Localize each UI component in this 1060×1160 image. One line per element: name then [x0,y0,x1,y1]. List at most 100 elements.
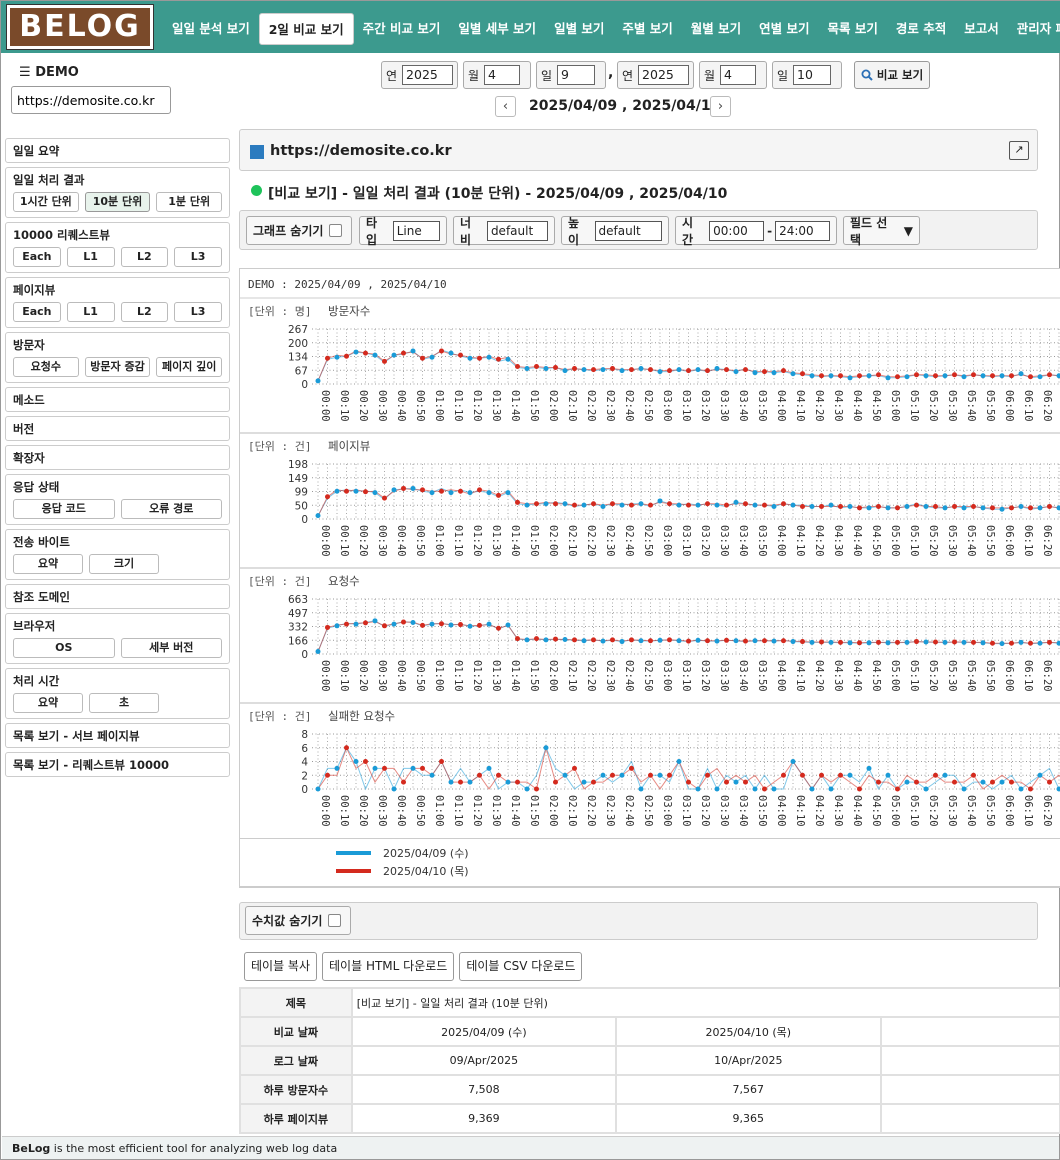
from-year-group[interactable]: 연 2025 [381,61,458,89]
sidebar-section[interactable]: 페이지뷰 Each L1 L2 L3 [5,277,230,328]
hide-values-toggle[interactable]: 수치값 숨기기 [245,906,351,935]
sidebar-section[interactable]: 브라우저 OS 세부 버전 [5,613,230,664]
sidebar-section-title[interactable]: 일일 요약 [13,144,222,158]
sidebar-section-title[interactable]: 목록 보기 - 리퀘스트뷰 10000 [13,758,222,772]
to-month-group[interactable]: 월4 [699,61,767,89]
nav-tab[interactable]: 주간 비교 보기 [354,13,450,45]
sidebar-section[interactable]: 확장자 [5,445,230,470]
x-tick-label: 04:40 [851,660,863,692]
site-url-input[interactable] [11,86,171,114]
to-day-input[interactable]: 10 [793,65,832,85]
nav-tab[interactable]: 일별 세부 보기 [449,13,545,45]
sidebar-section[interactable]: 방문자요청수 방문자 증감 페이지 깊이 [5,332,230,383]
time-to-input[interactable]: 24:00 [775,220,830,241]
belog-logo[interactable]: BELOG [6,4,154,50]
sidebar-button[interactable]: 크기 [89,554,159,574]
sidebar-section-title[interactable]: 응답 상태 [13,480,222,494]
nav-tab[interactable]: 일별 보기 [545,13,613,45]
sidebar-section[interactable]: 응답 상태응답 코드 오류 경로 [5,474,230,525]
sidebar-section[interactable]: 일일 요약 [5,138,230,163]
sidebar-section-title[interactable]: 확장자 [13,451,222,465]
to-year-group[interactable]: 연 2025 [617,61,694,89]
sidebar-section[interactable]: 버전 [5,416,230,441]
from-month-group[interactable]: 월4 [463,61,531,89]
sidebar-button[interactable]: 1시간 단위 [13,192,79,212]
sidebar-section-title[interactable]: 참조 도메인 [13,590,222,604]
sidebar-button[interactable]: 10분 단위 [84,192,151,212]
x-tick-label: 06:20 [1041,525,1053,557]
prev-date-button[interactable]: ‹ [495,96,516,117]
sidebar-section-title[interactable]: 10000 리퀘스트뷰 [13,228,222,242]
sidebar-button[interactable]: L3 [174,302,222,322]
sidebar-section[interactable]: 일일 처리 결과 1시간 단위 10분 단위 1분 단위 [5,167,230,218]
sidebar-section-title[interactable]: 메소드 [13,393,222,407]
width-input[interactable]: default [486,220,548,241]
sidebar-section[interactable]: 10000 리퀘스트뷰 Each L1 L2 L3 [5,222,230,273]
sidebar-section[interactable]: 참조 도메인 [5,584,230,609]
field-select-button[interactable]: 필드 선택 ▼ [843,216,920,247]
nav-tab[interactable]: 주별 보기 [613,13,681,45]
nav-tab[interactable]: 일일 분석 보기 [163,13,259,45]
to-day-group[interactable]: 일 10 [772,61,842,89]
sidebar-button[interactable]: L2 [120,247,169,267]
nav-tab[interactable]: 경로 추적 [887,13,955,45]
nav-tab[interactable]: 2일 비교 보기 [258,13,354,45]
sidebar-section-title[interactable]: 전송 바이트 [13,535,222,549]
sidebar-section-title[interactable]: 페이지뷰 [13,283,222,297]
download-button[interactable]: 테이블 HTML 다운로드 [322,952,455,981]
from-day-group[interactable]: 일9 [536,61,606,89]
next-date-button[interactable]: › [710,96,731,117]
sidebar-button[interactable]: L1 [66,302,115,322]
sidebar-button[interactable]: 초 [89,693,159,713]
type-input[interactable]: Line [392,220,440,241]
height-input[interactable]: default [594,220,662,241]
sidebar-section-title[interactable]: 목록 보기 - 서브 페이지뷰 [13,729,222,743]
sidebar-section-title[interactable]: 처리 시간 [13,674,222,688]
site-title[interactable]: ☰ DEMO [19,65,79,80]
sidebar-section[interactable]: 목록 보기 - 리퀘스트뷰 10000 [5,752,230,777]
sidebar-button[interactable]: 1분 단위 [156,192,223,212]
x-tick-label: 01:00 [433,525,445,557]
hide-graph-checkbox[interactable] [329,224,343,237]
sidebar-button[interactable]: 요청수 [13,357,79,377]
download-button[interactable]: 테이블 복사 [244,952,318,981]
sidebar-section-title[interactable]: 버전 [13,422,222,436]
from-year-input[interactable]: 2025 [402,65,453,85]
sidebar-button[interactable]: Each [13,302,61,322]
nav-tab[interactable]: 목록 보기 [819,13,887,45]
sidebar-section-title[interactable]: 일일 처리 결과 [13,173,222,187]
sidebar-button[interactable]: L2 [120,302,169,322]
compare-button[interactable]: 비교 보기 [854,61,930,89]
sidebar-button[interactable]: L1 [66,247,115,267]
sidebar-button[interactable]: 페이지 깊이 [156,357,223,377]
from-day-input[interactable]: 9 [557,65,596,85]
sidebar-button[interactable]: 응답 코드 [13,499,115,519]
sidebar-button[interactable]: L3 [174,247,222,267]
sidebar-button[interactable]: 오류 경로 [120,499,222,519]
sidebar-section[interactable]: 처리 시간요약 초 [5,668,230,719]
sidebar-section-title[interactable]: 방문자 [13,338,222,352]
nav-tab[interactable]: 월별 보기 [682,13,750,45]
to-year-input[interactable]: 2025 [638,65,689,85]
hide-graph-toggle[interactable]: 그래프 숨기기 [246,216,352,245]
sidebar-button[interactable]: 요약 [13,554,83,574]
from-month-input[interactable]: 4 [484,65,521,85]
external-link-icon[interactable]: ↗ [1009,141,1029,160]
sidebar-section[interactable]: 전송 바이트요약 크기 [5,529,230,580]
to-month-input[interactable]: 4 [720,65,757,85]
sidebar-button[interactable]: 요약 [13,693,83,713]
time-from-input[interactable]: 00:00 [709,220,765,241]
sidebar-section[interactable]: 목록 보기 - 서브 페이지뷰 [5,723,230,748]
sidebar-button[interactable]: Each [13,247,61,267]
hide-values-checkbox[interactable] [328,914,342,927]
menu-icon[interactable]: ☰ [19,65,31,80]
sidebar-button[interactable]: 방문자 증감 [84,357,151,377]
sidebar-section[interactable]: 메소드 [5,387,230,412]
nav-tab[interactable]: 보고서 [955,13,1008,45]
sidebar-button[interactable]: OS [13,638,115,658]
sidebar-button[interactable]: 세부 버전 [120,638,222,658]
nav-tab[interactable]: 연별 보기 [750,13,818,45]
nav-tab[interactable]: 관리자 페이지 [1008,13,1060,45]
sidebar-section-title[interactable]: 브라우저 [13,619,222,633]
download-button[interactable]: 테이블 CSV 다운로드 [459,952,583,981]
